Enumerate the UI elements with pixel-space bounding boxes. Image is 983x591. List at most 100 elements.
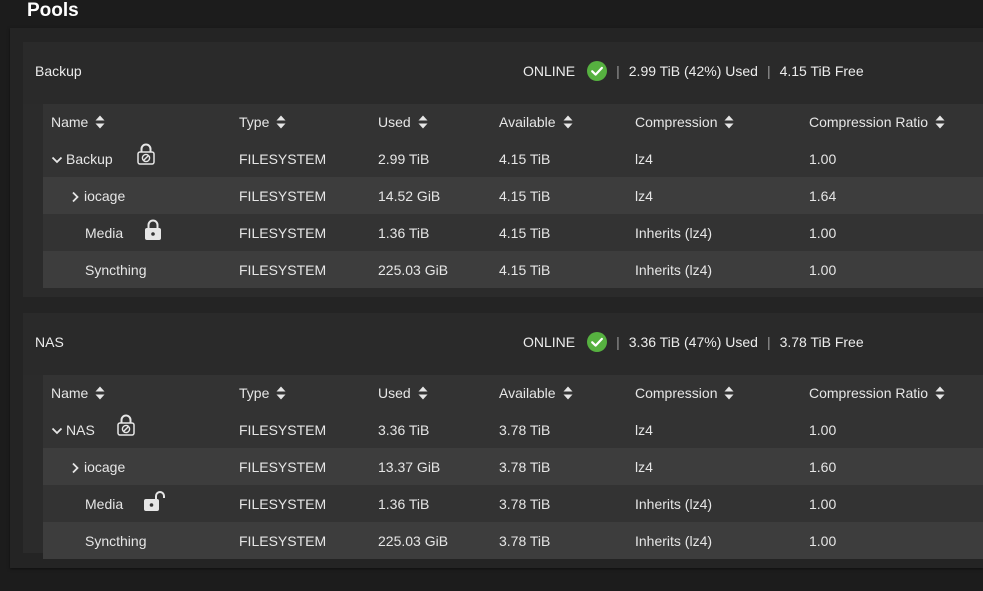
column-header-available[interactable]: Available bbox=[499, 375, 573, 411]
pools-card: Backup ONLINE | 2.99 TiB (42%) Used | 4.… bbox=[10, 28, 983, 568]
pool-card-nas: NAS ONLINE | 3.36 TiB (47%) Used | 3.78 … bbox=[23, 313, 983, 559]
separator: | bbox=[766, 63, 771, 79]
sort-icon bbox=[418, 386, 428, 400]
sort-icon bbox=[276, 115, 286, 129]
dataset-table: Name Type Used Available Compression Com… bbox=[43, 375, 983, 559]
sort-icon bbox=[724, 115, 734, 129]
page-title: Pools bbox=[27, 0, 79, 21]
pool-usage: 2.99 TiB (42%) Used bbox=[628, 63, 758, 79]
table-row[interactable]: Media FILESYSTEM 1.36 TiB 4.15 TiB Inher… bbox=[43, 214, 983, 251]
dataset-ratio: 1.00 bbox=[809, 261, 837, 278]
column-header-used[interactable]: Used bbox=[378, 375, 428, 411]
dataset-type: FILESYSTEM bbox=[239, 224, 327, 241]
dataset-name: iocage bbox=[84, 458, 126, 475]
pool-name: Backup bbox=[35, 63, 82, 79]
pool-header: Backup ONLINE | 2.99 TiB (42%) Used | 4.… bbox=[23, 42, 983, 104]
dataset-compression: lz4 bbox=[635, 150, 653, 167]
table-row[interactable]: Backup FILESYSTEM 2.99 TiB 4.15 TiB lz4 … bbox=[43, 140, 983, 177]
dataset-ratio: 1.00 bbox=[809, 421, 837, 438]
lock-disabled-icon bbox=[137, 143, 155, 168]
dataset-type: FILESYSTEM bbox=[239, 261, 327, 278]
pool-status-text: ONLINE bbox=[523, 334, 576, 350]
table-row[interactable]: iocage FILESYSTEM 13.37 GiB 3.78 TiB lz4… bbox=[43, 448, 983, 485]
column-header-compression[interactable]: Compression bbox=[635, 375, 734, 411]
pool-status: ONLINE | 3.36 TiB (47%) Used | 3.78 TiB … bbox=[523, 332, 864, 352]
dataset-name: Syncthing bbox=[85, 532, 147, 549]
column-header-type[interactable]: Type bbox=[239, 104, 286, 140]
dataset-compression: Inherits (lz4) bbox=[635, 495, 713, 512]
chevron-right-icon[interactable] bbox=[69, 461, 81, 473]
dataset-ratio: 1.00 bbox=[809, 224, 837, 241]
table-row[interactable]: Syncthing FILESYSTEM 225.03 GiB 3.78 TiB… bbox=[43, 522, 983, 559]
separator: | bbox=[616, 334, 620, 350]
dataset-used: 1.36 TiB bbox=[378, 495, 430, 512]
dataset-available: 3.78 TiB bbox=[499, 458, 551, 475]
dataset-available: 3.78 TiB bbox=[499, 532, 551, 549]
table-row[interactable]: Media FILESYSTEM 1.36 TiB 3.78 TiB Inher… bbox=[43, 485, 983, 522]
chevron-down-icon[interactable] bbox=[51, 424, 63, 436]
separator: | bbox=[766, 334, 771, 350]
dataset-name: iocage bbox=[84, 187, 126, 204]
sort-icon bbox=[563, 386, 573, 400]
dataset-type: FILESYSTEM bbox=[239, 187, 327, 204]
dataset-compression: Inherits (lz4) bbox=[635, 224, 713, 241]
column-header-used[interactable]: Used bbox=[378, 104, 428, 140]
sort-icon bbox=[935, 386, 945, 400]
column-header-name[interactable]: Name bbox=[51, 375, 105, 411]
pool-free: 3.78 TiB Free bbox=[779, 334, 864, 350]
dataset-compression: lz4 bbox=[635, 421, 653, 438]
dataset-used: 13.37 GiB bbox=[378, 458, 441, 475]
table-row[interactable]: iocage FILESYSTEM 14.52 GiB 4.15 TiB lz4… bbox=[43, 177, 983, 214]
dataset-type: FILESYSTEM bbox=[239, 458, 327, 475]
chevron-right-icon[interactable] bbox=[69, 190, 81, 202]
dataset-compression: Inherits (lz4) bbox=[635, 261, 713, 278]
table-row[interactable]: NAS FILESYSTEM 3.36 TiB 3.78 TiB lz4 1.0… bbox=[43, 411, 983, 448]
column-header-compression-ratio[interactable]: Compression Ratio bbox=[809, 375, 945, 411]
dataset-type: FILESYSTEM bbox=[239, 150, 327, 167]
lock-open-icon bbox=[143, 490, 165, 515]
online-check-icon bbox=[587, 332, 608, 352]
sort-icon bbox=[563, 115, 573, 129]
dataset-available: 3.78 TiB bbox=[499, 495, 551, 512]
sort-icon bbox=[276, 386, 286, 400]
pool-usage: 3.36 TiB (47%) Used bbox=[628, 334, 758, 350]
dataset-type: FILESYSTEM bbox=[239, 532, 327, 549]
dataset-used: 2.99 TiB bbox=[378, 150, 430, 167]
dataset-name: Syncthing bbox=[85, 261, 147, 278]
dataset-name: Media bbox=[85, 224, 124, 241]
table-row[interactable]: Syncthing FILESYSTEM 225.03 GiB 4.15 TiB… bbox=[43, 251, 983, 288]
dataset-used: 14.52 GiB bbox=[378, 187, 441, 204]
dataset-ratio: 1.60 bbox=[809, 458, 837, 475]
sort-icon bbox=[935, 115, 945, 129]
column-header-name[interactable]: Name bbox=[51, 104, 105, 140]
lock-disabled-icon bbox=[117, 414, 135, 439]
column-header-compression[interactable]: Compression bbox=[635, 104, 734, 140]
pool-status-text: ONLINE bbox=[523, 63, 576, 79]
pool-status: ONLINE | 2.99 TiB (42%) Used | 4.15 TiB … bbox=[523, 61, 864, 81]
pool-header: NAS ONLINE | 3.36 TiB (47%) Used | 3.78 … bbox=[23, 313, 983, 375]
lock-closed-icon bbox=[144, 219, 162, 244]
pool-free: 4.15 TiB Free bbox=[779, 63, 864, 79]
dataset-ratio: 1.00 bbox=[809, 150, 837, 167]
sort-icon bbox=[95, 386, 105, 400]
separator: | bbox=[616, 63, 620, 79]
dataset-ratio: 1.00 bbox=[809, 532, 837, 549]
chevron-down-icon[interactable] bbox=[51, 153, 63, 165]
dataset-compression: lz4 bbox=[635, 187, 653, 204]
sort-icon bbox=[724, 386, 734, 400]
dataset-used: 1.36 TiB bbox=[378, 224, 430, 241]
sort-icon bbox=[95, 115, 105, 129]
dataset-type: FILESYSTEM bbox=[239, 421, 327, 438]
column-header-available[interactable]: Available bbox=[499, 104, 573, 140]
column-header-compression-ratio[interactable]: Compression Ratio bbox=[809, 104, 945, 140]
dataset-compression: lz4 bbox=[635, 458, 653, 475]
dataset-name: Media bbox=[85, 495, 124, 512]
dataset-table: Name Type Used Available Compression Com… bbox=[43, 104, 983, 288]
dataset-compression: Inherits (lz4) bbox=[635, 532, 713, 549]
online-check-icon bbox=[587, 61, 608, 81]
dataset-available: 4.15 TiB bbox=[499, 150, 551, 167]
dataset-ratio: 1.64 bbox=[809, 187, 837, 204]
dataset-available: 4.15 TiB bbox=[499, 187, 551, 204]
dataset-used: 225.03 GiB bbox=[378, 261, 449, 278]
column-header-type[interactable]: Type bbox=[239, 375, 286, 411]
